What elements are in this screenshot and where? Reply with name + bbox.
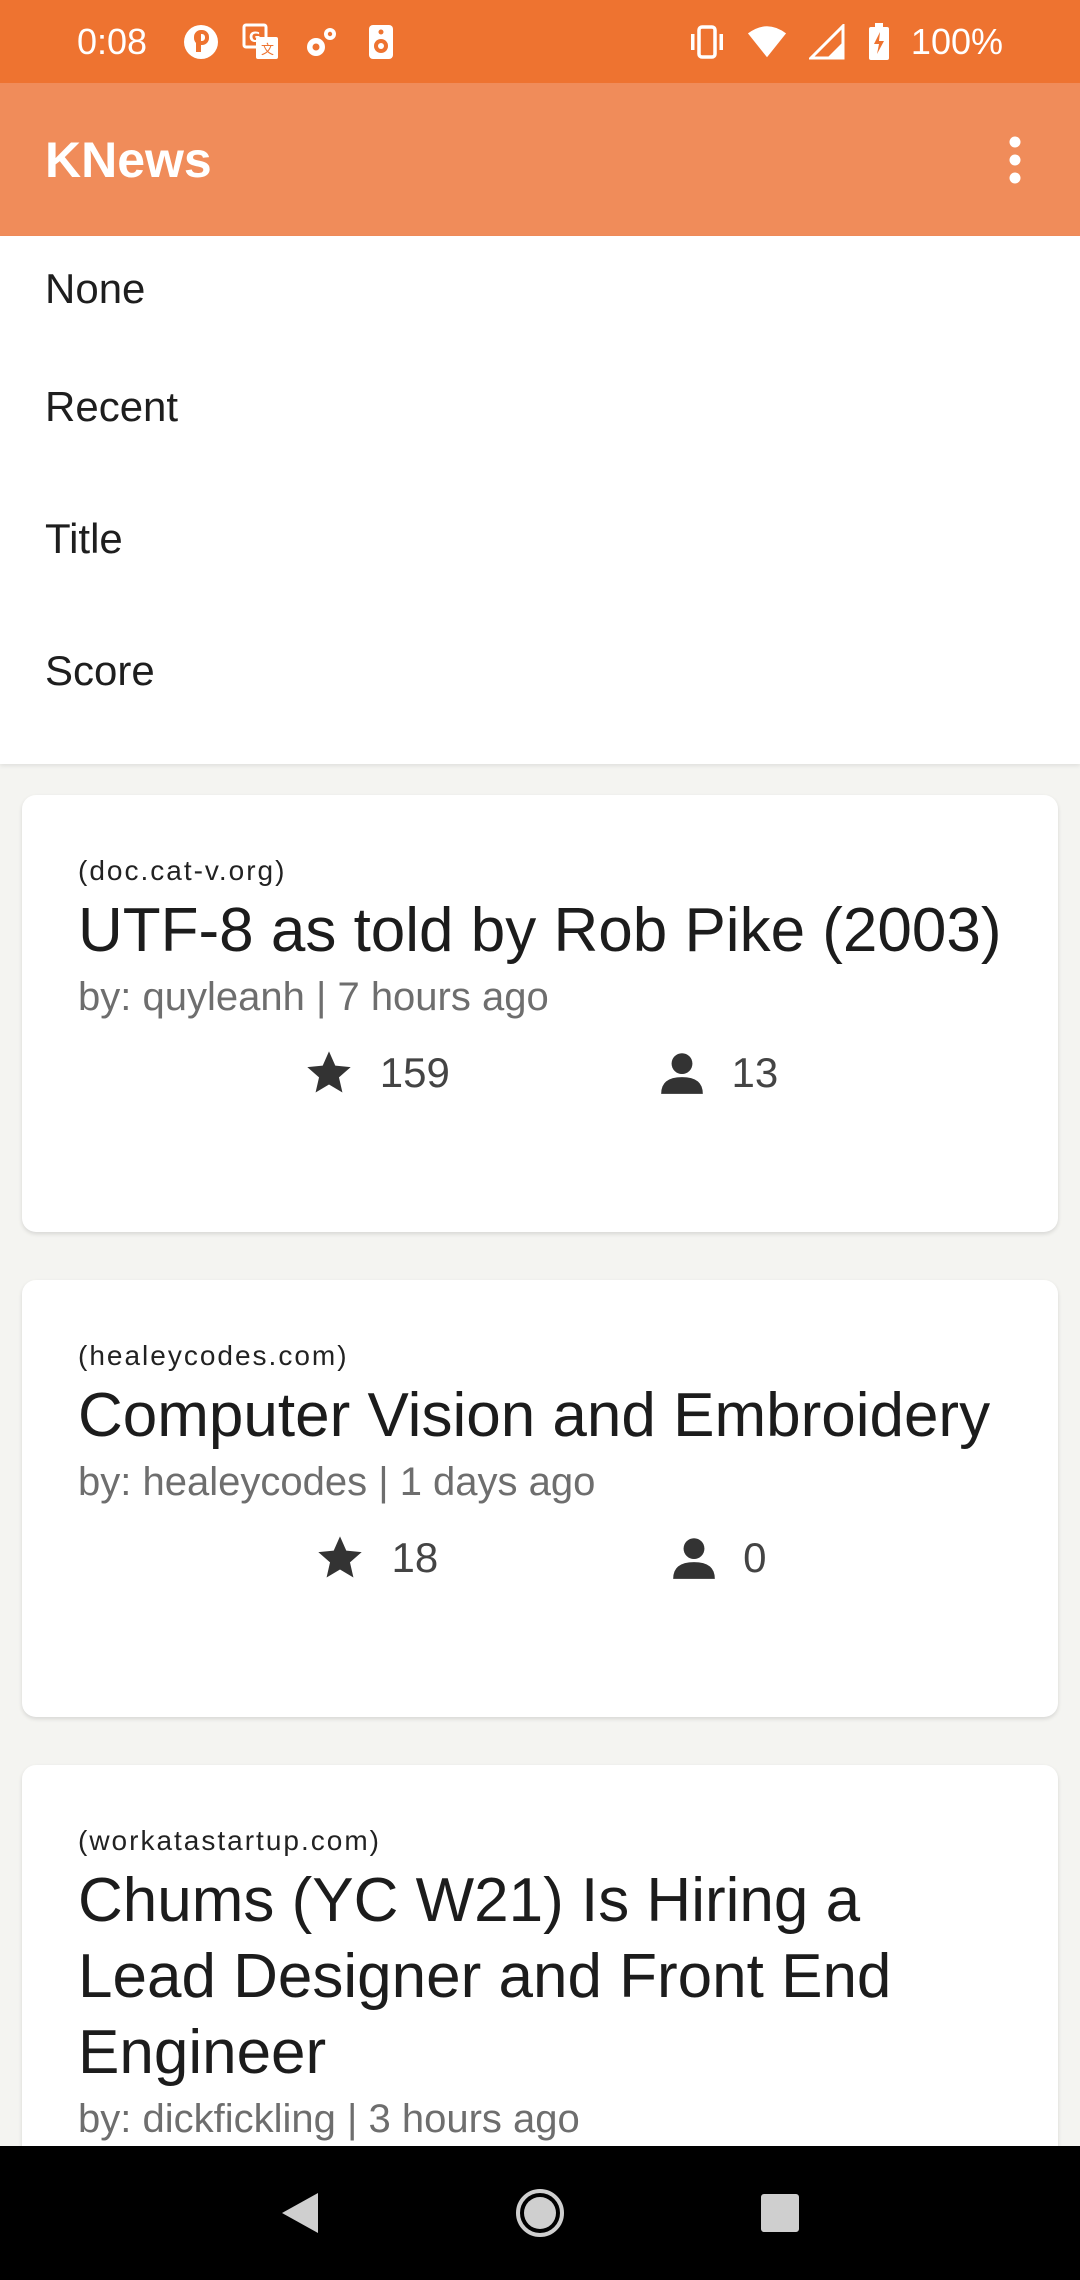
sort-option-recent[interactable]: Recent (0, 341, 1080, 473)
app-title: KNews (45, 131, 212, 188)
recents-icon (761, 2194, 799, 2232)
score-stat: 18 (313, 1532, 438, 1584)
svg-text:G: G (249, 30, 261, 46)
story-card[interactable]: (workatastartup.com) Chums (YC W21) Is H… (22, 1765, 1058, 2146)
svg-text:文: 文 (261, 43, 274, 58)
score-value: 18 (391, 1534, 439, 1581)
story-title: UTF-8 as told by Rob Pike (2003) (78, 896, 1002, 965)
home-icon (516, 2189, 564, 2237)
story-meta: by: healeycodes | 1 days ago (78, 1460, 596, 1504)
battery-percentage: 100% (910, 20, 1003, 62)
comments-stat: 0 (669, 1533, 767, 1583)
back-button[interactable] (260, 2173, 340, 2253)
story-title: Computer Vision and Embroidery (78, 1381, 991, 1450)
sort-menu: None Recent Title Score (0, 236, 1080, 764)
status-bar: 0:08 G文 100% (0, 0, 1080, 83)
story-card[interactable]: (doc.cat-v.org) UTF-8 as told by Rob Pik… (22, 795, 1058, 1232)
status-time: 0:08 (77, 20, 148, 62)
story-meta: by: quyleanh | 7 hours ago (78, 975, 549, 1019)
comments-stat: 13 (657, 1048, 778, 1098)
sort-option-none[interactable]: None (0, 236, 1080, 341)
score-value: 159 (379, 1049, 450, 1096)
story-feed[interactable]: (doc.cat-v.org) UTF-8 as told by Rob Pik… (0, 764, 1080, 2146)
person-icon (661, 1053, 704, 1094)
recents-button[interactable] (740, 2173, 820, 2253)
story-card[interactable]: (healeycodes.com) Computer Vision and Em… (22, 1280, 1058, 1717)
comments-value: 0 (743, 1534, 767, 1581)
story-title: Chums (YC W21) Is Hiring a Lead Designer… (78, 1866, 892, 2087)
translate-icon: G文 (241, 22, 281, 62)
battery-charging-icon (867, 22, 891, 62)
story-meta: by: dickfickling | 3 hours ago (78, 2097, 580, 2141)
story-domain: (healeycodes.com) (78, 1340, 349, 1371)
navigation-bar (0, 2146, 1080, 2280)
vibrate-icon (687, 22, 727, 62)
app-bar: KNews (0, 83, 1080, 236)
story-stats: 159 13 (78, 1025, 1002, 1121)
status-right: 100% (687, 21, 1003, 63)
wifi-icon (747, 22, 787, 62)
settings-gear-icon (301, 22, 341, 62)
story-stats: 18 0 (78, 1510, 1002, 1606)
status-left: 0:08 G文 (77, 21, 401, 63)
story-domain: (workatastartup.com) (78, 1825, 381, 1856)
person-icon (673, 1538, 715, 1579)
star-icon (318, 1536, 363, 1578)
more-options-button[interactable] (980, 125, 1050, 195)
story-domain: (doc.cat-v.org) (78, 855, 287, 886)
home-button[interactable] (500, 2173, 580, 2253)
sort-option-score[interactable]: Score (0, 605, 1080, 737)
score-stat: 159 (302, 1047, 450, 1099)
notification-icon (181, 22, 221, 62)
signal-icon (807, 22, 847, 62)
star-icon (307, 1051, 351, 1093)
back-icon (282, 2193, 318, 2233)
sort-option-title[interactable]: Title (0, 473, 1080, 605)
more-vert-icon (1009, 136, 1021, 183)
speaker-icon (361, 22, 401, 62)
comments-value: 13 (731, 1049, 779, 1096)
